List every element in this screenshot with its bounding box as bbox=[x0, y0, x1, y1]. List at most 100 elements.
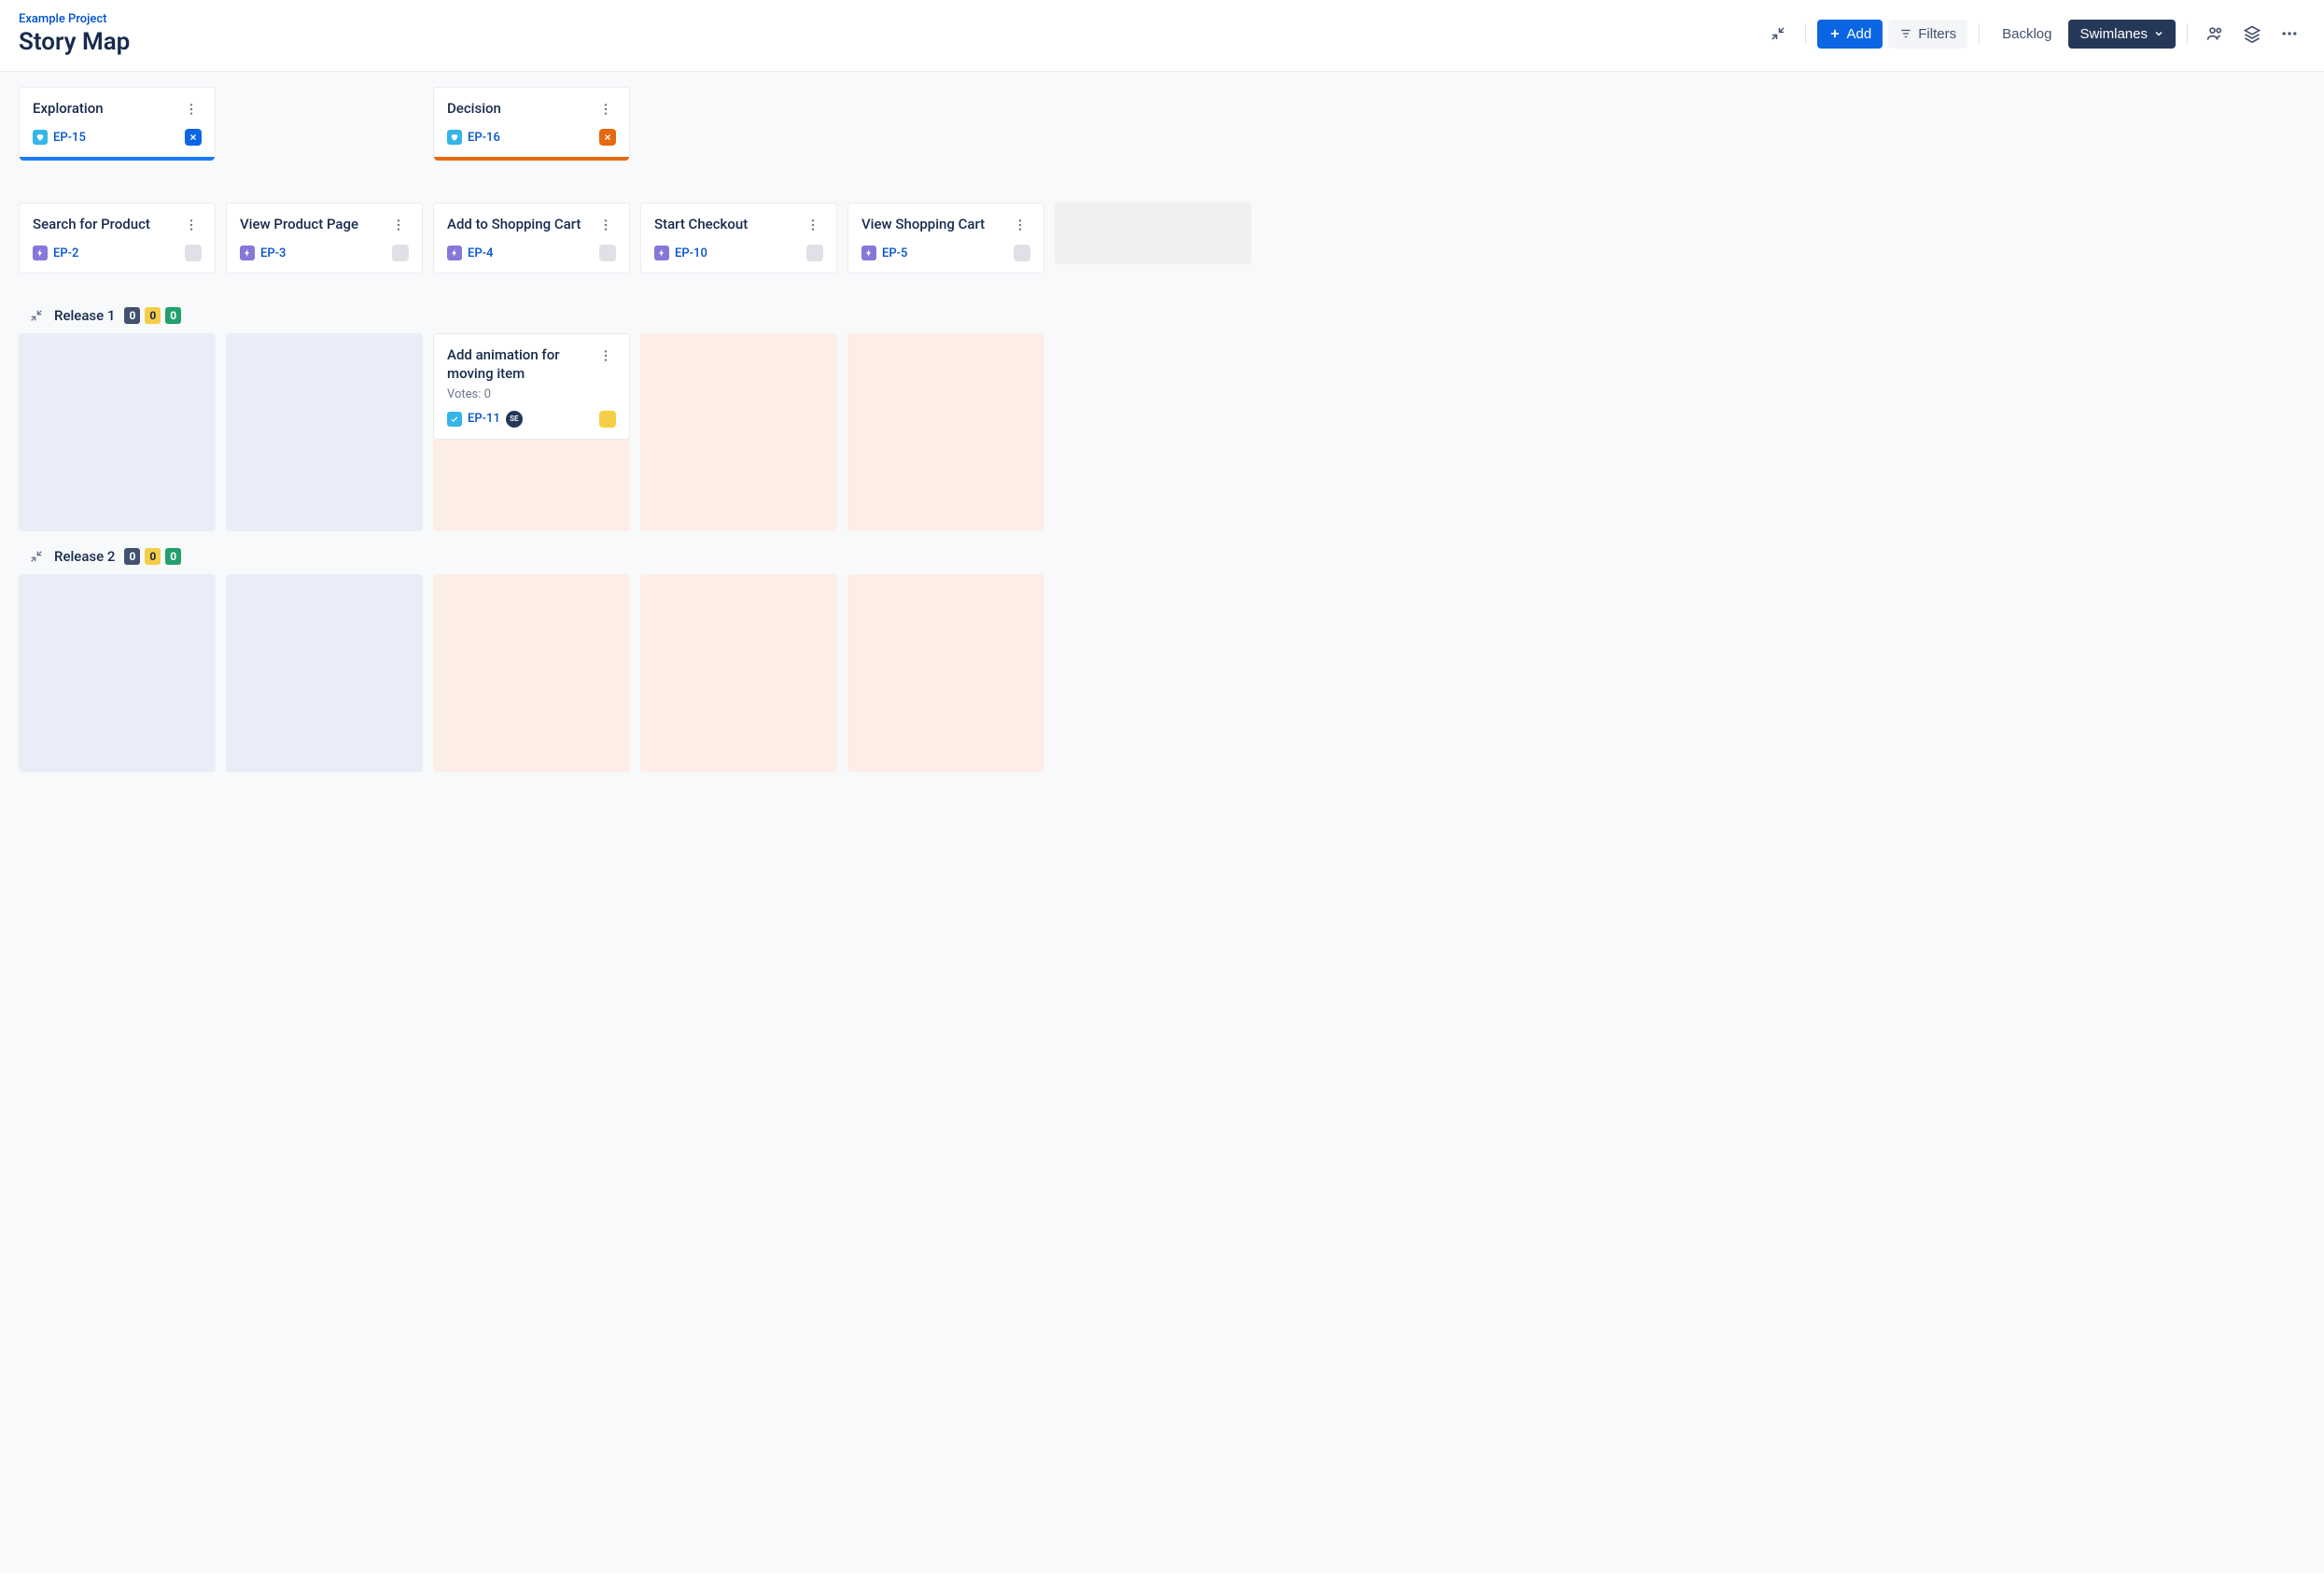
header-left: Example Project Story Map bbox=[19, 11, 130, 56]
header-toolbar: Add Filters Backlog Swimlanes bbox=[1762, 18, 2305, 49]
badge: 0 bbox=[145, 548, 161, 565]
status-chip bbox=[806, 245, 823, 261]
issue-key[interactable]: EP-5 bbox=[882, 246, 907, 260]
kebab-icon[interactable] bbox=[181, 215, 202, 235]
lane-badges: 0 0 0 bbox=[124, 307, 181, 324]
collapse-icon[interactable] bbox=[1762, 18, 1794, 49]
lane-title: Release 1 bbox=[54, 307, 115, 324]
lane-cell[interactable] bbox=[640, 574, 837, 772]
backlog-button-label: Backlog bbox=[2002, 26, 2051, 42]
collapse-icon[interactable] bbox=[28, 548, 45, 565]
kebab-icon[interactable] bbox=[595, 345, 616, 366]
collapse-icon[interactable] bbox=[28, 307, 45, 324]
steps-row: Search for Product EP-2 View Product Pag… bbox=[19, 203, 2324, 274]
status-chip bbox=[392, 245, 409, 261]
lane-cell[interactable] bbox=[226, 333, 423, 531]
kebab-icon[interactable] bbox=[1010, 215, 1030, 235]
status-chip bbox=[185, 245, 202, 261]
lane-cell[interactable] bbox=[19, 574, 216, 772]
bolt-icon bbox=[447, 246, 462, 260]
lane-header: Release 1 0 0 0 bbox=[19, 290, 2324, 333]
bolt-icon bbox=[654, 246, 669, 260]
close-chip-icon[interactable] bbox=[185, 129, 202, 146]
step-title: View Shopping Cart bbox=[861, 215, 985, 233]
people-icon[interactable] bbox=[2199, 18, 2231, 49]
story-card[interactable]: Add animation for moving item Votes: 0 E… bbox=[433, 333, 630, 440]
heart-icon bbox=[33, 130, 48, 145]
kebab-icon[interactable] bbox=[181, 99, 202, 119]
avatar[interactable]: SE bbox=[506, 411, 523, 428]
board: Exploration EP-15 bbox=[0, 72, 2324, 1573]
status-chip bbox=[1014, 245, 1030, 261]
goal-card[interactable]: Decision EP-16 bbox=[433, 87, 630, 158]
more-icon[interactable] bbox=[2274, 18, 2305, 49]
status-chip bbox=[599, 245, 616, 261]
issue-key[interactable]: EP-16 bbox=[468, 131, 500, 145]
page-title: Story Map bbox=[19, 28, 130, 56]
lane-cell[interactable] bbox=[640, 333, 837, 531]
lane-cell[interactable] bbox=[433, 574, 630, 772]
project-link[interactable]: Example Project bbox=[19, 12, 106, 26]
lane-cell[interactable]: Add animation for moving item Votes: 0 E… bbox=[433, 333, 630, 531]
step-title: Start Checkout bbox=[654, 215, 748, 233]
issue-key[interactable]: EP-4 bbox=[468, 246, 493, 260]
bolt-icon bbox=[240, 246, 255, 260]
filters-button[interactable]: Filters bbox=[1888, 20, 1967, 49]
add-button[interactable]: Add bbox=[1817, 20, 1883, 49]
filters-button-label: Filters bbox=[1918, 26, 1956, 42]
step-card[interactable]: View Shopping Cart EP-5 bbox=[847, 203, 1044, 274]
status-chip bbox=[599, 411, 616, 428]
issue-key[interactable]: EP-2 bbox=[53, 246, 78, 260]
step-card[interactable]: Add to Shopping Cart EP-4 bbox=[433, 203, 630, 274]
bolt-icon bbox=[33, 246, 48, 260]
lane-cell[interactable] bbox=[226, 574, 423, 772]
close-chip-icon[interactable] bbox=[599, 129, 616, 146]
lane-cell[interactable] bbox=[847, 574, 1044, 772]
story-title: Add animation for moving item bbox=[447, 345, 595, 384]
badge: 0 bbox=[165, 307, 181, 324]
step-card[interactable]: Start Checkout EP-10 bbox=[640, 203, 837, 274]
badge: 0 bbox=[124, 307, 140, 324]
divider bbox=[1979, 23, 1980, 44]
app-header: Example Project Story Map Add Filters Ba… bbox=[0, 0, 2324, 72]
swimlanes-button-label: Swimlanes bbox=[2079, 26, 2148, 42]
kebab-icon[interactable] bbox=[388, 215, 409, 235]
badge: 0 bbox=[124, 548, 140, 565]
issue-key[interactable]: EP-11 bbox=[468, 412, 500, 426]
add-button-label: Add bbox=[1847, 26, 1872, 42]
divider bbox=[1805, 23, 1806, 44]
lane-title: Release 2 bbox=[54, 548, 115, 565]
lane-cell[interactable] bbox=[847, 333, 1044, 531]
issue-key[interactable]: EP-15 bbox=[53, 131, 86, 145]
check-icon bbox=[447, 412, 462, 427]
step-card[interactable]: View Product Page EP-3 bbox=[226, 203, 423, 274]
heart-icon bbox=[447, 130, 462, 145]
lane-cells: Add animation for moving item Votes: 0 E… bbox=[19, 333, 2324, 531]
goals-row: Exploration EP-15 bbox=[19, 87, 2324, 158]
goal-card[interactable]: Exploration EP-15 bbox=[19, 87, 216, 158]
swimlanes-button[interactable]: Swimlanes bbox=[2068, 20, 2176, 49]
lane-badges: 0 0 0 bbox=[124, 548, 181, 565]
goal-title: Exploration bbox=[33, 99, 104, 118]
backlog-button[interactable]: Backlog bbox=[1991, 20, 2063, 49]
step-title: View Product Page bbox=[240, 215, 358, 233]
issue-key[interactable]: EP-3 bbox=[260, 246, 286, 260]
kebab-icon[interactable] bbox=[595, 215, 616, 235]
divider bbox=[2187, 23, 2188, 44]
lane-cells bbox=[19, 574, 2324, 772]
layers-icon[interactable] bbox=[2236, 18, 2268, 49]
lane-header: Release 2 0 0 0 bbox=[19, 531, 2324, 574]
kebab-icon[interactable] bbox=[595, 99, 616, 119]
step-card[interactable]: Search for Product EP-2 bbox=[19, 203, 216, 274]
step-title: Add to Shopping Cart bbox=[447, 215, 581, 233]
badge: 0 bbox=[165, 548, 181, 565]
lane-cell[interactable] bbox=[19, 333, 216, 531]
bolt-icon bbox=[861, 246, 876, 260]
votes-text: Votes: 0 bbox=[447, 387, 616, 401]
goal-title: Decision bbox=[447, 99, 501, 118]
step-placeholder[interactable] bbox=[1055, 203, 1252, 264]
issue-key[interactable]: EP-10 bbox=[675, 246, 707, 260]
badge: 0 bbox=[145, 307, 161, 324]
kebab-icon[interactable] bbox=[803, 215, 823, 235]
step-title: Search for Product bbox=[33, 215, 150, 233]
